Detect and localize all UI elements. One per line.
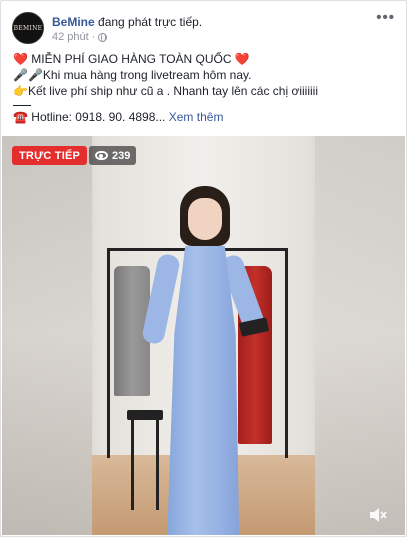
mute-volume-icon[interactable] bbox=[369, 507, 387, 523]
viewer-count: 239 bbox=[112, 149, 131, 162]
post-author-line: BeMine đang phát trực tiếp. bbox=[52, 15, 202, 29]
globe-icon bbox=[98, 32, 108, 42]
message-text-4: Hotline: 0918. 90. 4898 bbox=[27, 110, 156, 124]
meta-separator: · bbox=[91, 31, 96, 43]
message-text-2: Khi mua hàng trong livetream hôm nay. bbox=[42, 68, 252, 82]
message-line-3: 👉Kết live phí ship như cũ a . Nhanh tay … bbox=[13, 83, 396, 99]
video-blur-right bbox=[315, 136, 405, 535]
avatar[interactable]: BEMINE bbox=[12, 12, 44, 44]
page-name-link[interactable]: BeMine bbox=[52, 15, 95, 29]
live-badge: TRỰC TIẾP bbox=[12, 146, 88, 165]
pointing-hand-icon: 👉 bbox=[13, 84, 28, 98]
heart-icon: ❤️ bbox=[13, 52, 28, 66]
see-more-link[interactable]: Xem thêm bbox=[169, 110, 224, 124]
live-video-player[interactable] bbox=[2, 136, 405, 535]
message-line-2: 🎤🎤Khi mua hàng trong livetream hôm nay. bbox=[13, 67, 396, 83]
post-timestamp[interactable]: 42 phút bbox=[52, 31, 89, 43]
message-text-3: Kết live phí ship như cũ a . Nhanh tay l… bbox=[27, 84, 318, 98]
post-action-text: đang phát trực tiếp. bbox=[94, 15, 203, 29]
viewer-count-badge: 239 bbox=[89, 146, 137, 165]
post-card: BEMINE BeMine đang phát trực tiếp. 42 ph… bbox=[0, 0, 407, 537]
post-message: ❤️ MIỄN PHÍ GIAO HÀNG TOÀN QUỐC ❤️ 🎤🎤Khi… bbox=[13, 51, 396, 125]
post-header: BEMINE BeMine đang phát trực tiếp. 42 ph… bbox=[12, 10, 395, 48]
microphone-icon: 🎤🎤 bbox=[13, 68, 43, 82]
more-options-icon[interactable]: ••• bbox=[376, 10, 395, 25]
eye-icon bbox=[95, 151, 108, 160]
message-text-1: MIỄN PHÍ GIAO HÀNG TOÀN QUỐC bbox=[27, 52, 235, 66]
avatar-logo-text: BEMINE bbox=[13, 24, 43, 32]
message-line-1: ❤️ MIỄN PHÍ GIAO HÀNG TOÀN QUỐC ❤️ bbox=[13, 51, 396, 67]
message-ellipsis: ... bbox=[155, 110, 166, 124]
presenter bbox=[140, 184, 270, 535]
message-line-4: ☎️ Hotline: 0918. 90. 4898... Xem thêm bbox=[13, 109, 396, 125]
heart-icon: ❤️ bbox=[234, 52, 250, 66]
post-meta: 42 phút · bbox=[52, 31, 108, 43]
telephone-icon: ☎️ bbox=[13, 110, 28, 124]
video-blur-left bbox=[2, 136, 92, 535]
